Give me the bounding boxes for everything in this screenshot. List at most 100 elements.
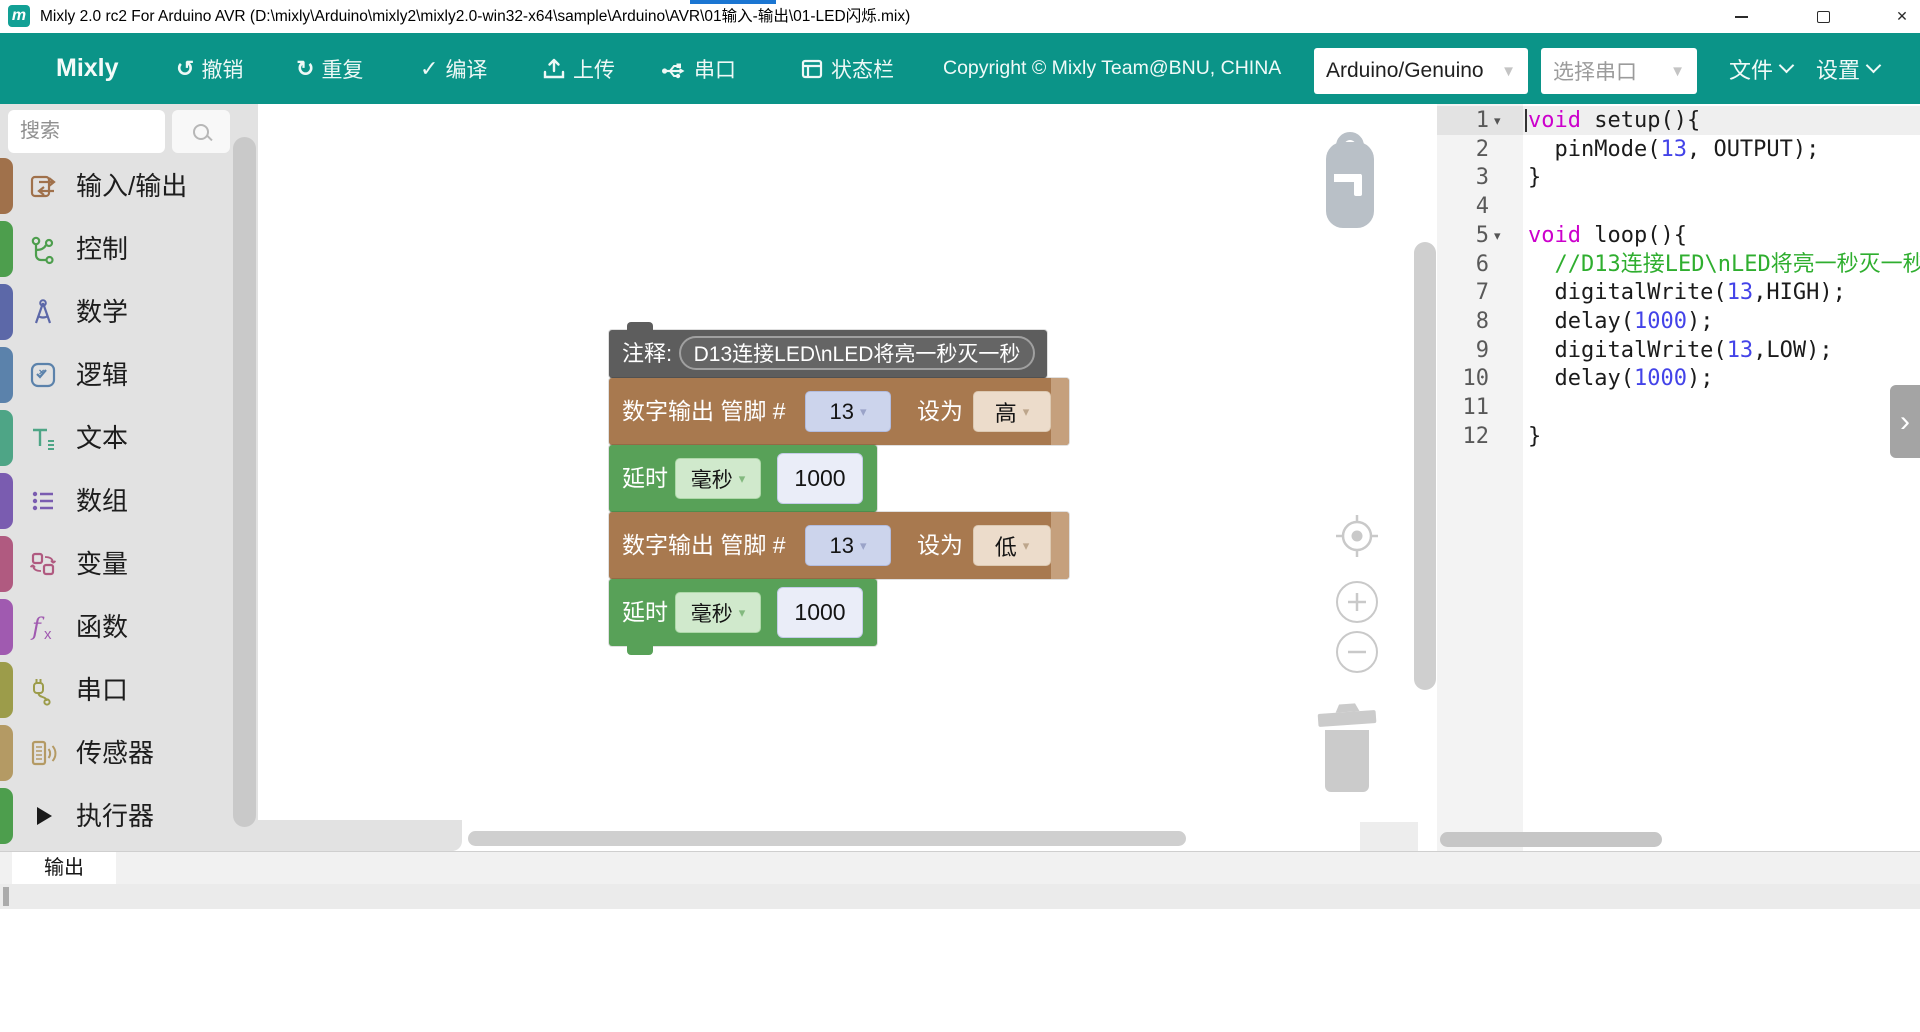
code-line-text: digitalWrite(13,LOW); <box>1528 336 1833 365</box>
search-input[interactable] <box>8 110 165 153</box>
serial-icon <box>661 56 687 82</box>
code-line: 2 pinMode(13, OUTPUT); <box>1437 135 1920 164</box>
code-line: 3} <box>1437 163 1920 192</box>
level-dropdown[interactable]: 低 ▾ <box>973 525 1051 566</box>
gutter-cell: 8 <box>1437 307 1523 336</box>
set-label: 设为 <box>917 512 963 579</box>
level-dropdown[interactable]: 高 ▾ <box>973 391 1051 432</box>
code-line: 10 delay(1000); <box>1437 364 1920 393</box>
minimize-icon <box>1735 16 1748 18</box>
line-number: 11 <box>1437 393 1489 422</box>
code-line: 7 digitalWrite(13,HIGH); <box>1437 278 1920 307</box>
canvas-vertical-scrollbar[interactable] <box>1414 242 1436 690</box>
zoom-out-button[interactable] <box>1336 631 1378 673</box>
maximize-button[interactable] <box>1794 0 1852 33</box>
board-selector[interactable]: Arduino/Genuino ▼ <box>1314 48 1528 94</box>
menu-settings[interactable]: 设置 <box>1816 33 1879 104</box>
fold-caret-icon[interactable]: ▾ <box>1494 221 1501 250</box>
sidebar-item-math[interactable]: 数学 <box>0 281 258 343</box>
menu-file-label: 文件 <box>1729 53 1773 85</box>
code-line-text: digitalWrite(13,HIGH); <box>1528 278 1846 307</box>
sidebar-item-label: 控制 <box>76 218 128 280</box>
output-resize-handle[interactable] <box>3 887 9 906</box>
pin-dropdown[interactable]: 13 ▾ <box>805 391 891 432</box>
block-digital-write-1[interactable]: 数字输出 管脚 # 13 ▾ 设为 高 ▾ <box>609 378 1069 445</box>
category-color-strip <box>0 725 13 781</box>
sidebar-item-io[interactable]: 输入/输出 <box>0 155 258 217</box>
chevron-right-icon: › <box>1900 405 1910 439</box>
comment-text-field[interactable]: D13连接LED\nLED将亮一秒灭一秒 <box>679 336 1035 370</box>
text-icon <box>27 422 59 454</box>
zoom-in-button[interactable] <box>1336 581 1378 623</box>
block-edge <box>1051 378 1069 445</box>
mixly-logo-icon: m <box>8 5 30 27</box>
search-button[interactable] <box>172 110 230 153</box>
code-line-text: void loop(){ <box>1528 221 1687 250</box>
undo-button[interactable]: ↺撤销 <box>176 33 243 104</box>
fold-caret-icon[interactable]: ▾ <box>1494 106 1501 135</box>
duration-number-block[interactable]: 1000 <box>777 587 863 638</box>
code-horizontal-scrollbar[interactable] <box>1440 832 1662 847</box>
sidebar-item-function[interactable]: fx函数 <box>0 596 258 658</box>
block-comment[interactable]: 注释: D13连接LED\nLED将亮一秒灭一秒 <box>609 330 1047 378</box>
line-number: 9 <box>1437 336 1489 365</box>
sidebar-item-text[interactable]: 文本 <box>0 407 258 469</box>
block-digital-write-2[interactable]: 数字输出 管脚 # 13 ▾ 设为 低 ▾ <box>609 512 1069 579</box>
svg-text:f: f <box>30 613 45 641</box>
compile-button[interactable]: ✓编译 <box>420 33 487 104</box>
line-number: 4 <box>1437 192 1489 221</box>
sidebar-item-serial[interactable]: 串口 <box>0 659 258 721</box>
backpack-icon[interactable] <box>1318 128 1382 232</box>
unit-value: 毫秒 <box>691 598 733 628</box>
close-button[interactable]: ✕ <box>1873 0 1920 33</box>
unit-dropdown[interactable]: 毫秒 ▾ <box>675 458 761 499</box>
tab-output[interactable]: 输出 <box>12 852 116 884</box>
level-value: 低 <box>995 530 1017 562</box>
upload-button[interactable]: 上传 <box>542 33 615 104</box>
gutter-cell: 9 <box>1437 336 1523 365</box>
close-icon: ✕ <box>1896 8 1908 25</box>
statusbar-button[interactable]: 状态栏 <box>800 33 894 104</box>
category-color-strip <box>0 599 13 655</box>
pin-dropdown[interactable]: 13 ▾ <box>805 525 891 566</box>
collapse-code-panel-button[interactable]: › <box>1890 385 1920 458</box>
code-line-text: delay(1000); <box>1528 364 1713 393</box>
dropdown-caret-icon: ▾ <box>860 404 867 420</box>
block-delay-1[interactable]: 延时 毫秒 ▾ 1000 <box>609 445 877 512</box>
trash-icon[interactable] <box>1316 698 1378 796</box>
center-view-icon[interactable] <box>1335 514 1379 558</box>
maximize-icon <box>1817 11 1830 23</box>
menu-file[interactable]: 文件 <box>1729 33 1792 104</box>
sidebar-item-variable[interactable]: 变量 <box>0 533 258 595</box>
sidebar-item-label: 传感器 <box>76 722 154 784</box>
minimize-button[interactable] <box>1712 0 1770 33</box>
pin-value: 13 <box>829 533 853 559</box>
dropdown-caret-icon: ▾ <box>739 471 746 487</box>
sidebar-item-logic[interactable]: 逻辑 <box>0 344 258 406</box>
titlebar: m Mixly 2.0 rc2 For Arduino AVR (D:\mixl… <box>0 0 1920 33</box>
digital-write-label: 数字输出 管脚 # <box>622 512 786 579</box>
block-delay-2[interactable]: 延时 毫秒 ▾ 1000 <box>609 579 877 646</box>
port-selector[interactable]: 选择串口 ▼ <box>1541 48 1697 94</box>
sidebar-item-actuator[interactable]: 执行器 <box>0 785 258 847</box>
redo-button[interactable]: ↻重复 <box>296 33 363 104</box>
pin-value: 13 <box>829 399 853 425</box>
category-color-strip <box>0 788 13 844</box>
statusbar-icon <box>800 57 824 81</box>
sidebar-item-sensor[interactable]: 传感器 <box>0 722 258 784</box>
code-line: 8 delay(1000); <box>1437 307 1920 336</box>
comment-text: D13连接LED\nLED将亮一秒灭一秒 <box>694 338 1021 368</box>
sidebar-item-control[interactable]: 控制 <box>0 218 258 280</box>
dropdown-caret-icon: ▾ <box>1023 404 1030 420</box>
sidebar-item-array[interactable]: 数组 <box>0 470 258 532</box>
code-line: 12} <box>1437 422 1920 451</box>
canvas-horizontal-scrollbar[interactable] <box>468 831 1186 846</box>
control-icon <box>27 233 59 265</box>
line-number: 7 <box>1437 278 1489 307</box>
array-icon <box>27 485 59 517</box>
unit-dropdown[interactable]: 毫秒 ▾ <box>675 592 761 633</box>
category-color-strip <box>0 347 13 403</box>
serial-button[interactable]: 串口 <box>661 33 736 104</box>
redo-label: 重复 <box>321 54 363 84</box>
duration-number-block[interactable]: 1000 <box>777 453 863 504</box>
